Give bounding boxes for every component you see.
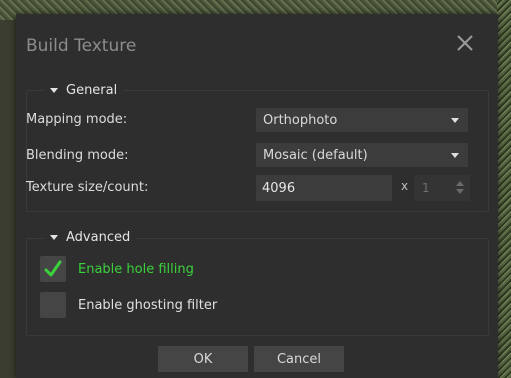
- hole-filling-label: Enable hole filling: [78, 261, 194, 277]
- advanced-section: [26, 238, 489, 336]
- background-texture-right: [497, 0, 511, 378]
- chevron-down-icon: [451, 118, 459, 123]
- blending-mode-select[interactable]: Mosaic (default): [256, 143, 468, 167]
- general-heading: General: [66, 82, 118, 98]
- texture-size-label: Texture size/count:: [26, 180, 149, 195]
- spinner-up-icon[interactable]: [456, 181, 464, 186]
- ghosting-filter-option[interactable]: Enable ghosting filter: [40, 292, 217, 318]
- ghosting-filter-label: Enable ghosting filter: [78, 297, 218, 313]
- mapping-mode-label: Mapping mode:: [26, 112, 128, 127]
- close-icon-glyph: [457, 35, 473, 51]
- spinner-arrows-icon[interactable]: [456, 181, 464, 195]
- advanced-section-header[interactable]: Advanced: [44, 228, 137, 246]
- texture-size-value: 4096: [262, 180, 296, 196]
- ghosting-filter-checkbox[interactable]: [40, 292, 66, 318]
- checkmark-icon: [44, 260, 62, 277]
- close-icon[interactable]: [454, 34, 476, 56]
- texture-count-stepper[interactable]: 1: [414, 175, 470, 201]
- blending-mode-label: Blending mode:: [26, 148, 129, 163]
- collapse-triangle-icon: [50, 87, 58, 93]
- texture-size-input[interactable]: 4096: [256, 175, 392, 201]
- texture-count-value: 1: [422, 181, 430, 195]
- cancel-button[interactable]: Cancel: [254, 346, 344, 372]
- ok-button[interactable]: OK: [158, 346, 248, 372]
- chevron-down-icon: [451, 153, 459, 158]
- build-texture-dialog: Build Texture General Mapping mode: Orth…: [16, 14, 498, 378]
- mapping-mode-value: Orthophoto: [263, 112, 338, 128]
- general-section-header[interactable]: General: [44, 81, 124, 99]
- spinner-down-icon[interactable]: [456, 189, 464, 194]
- blending-mode-value: Mosaic (default): [263, 147, 368, 163]
- hole-filling-checkbox[interactable]: [40, 256, 66, 282]
- collapse-triangle-icon: [50, 234, 58, 240]
- dialog-title: Build Texture: [26, 36, 137, 56]
- mapping-mode-select[interactable]: Orthophoto: [256, 108, 468, 132]
- size-count-separator: x: [401, 179, 409, 193]
- hole-filling-option[interactable]: Enable hole filling: [40, 256, 194, 282]
- advanced-heading: Advanced: [66, 229, 131, 245]
